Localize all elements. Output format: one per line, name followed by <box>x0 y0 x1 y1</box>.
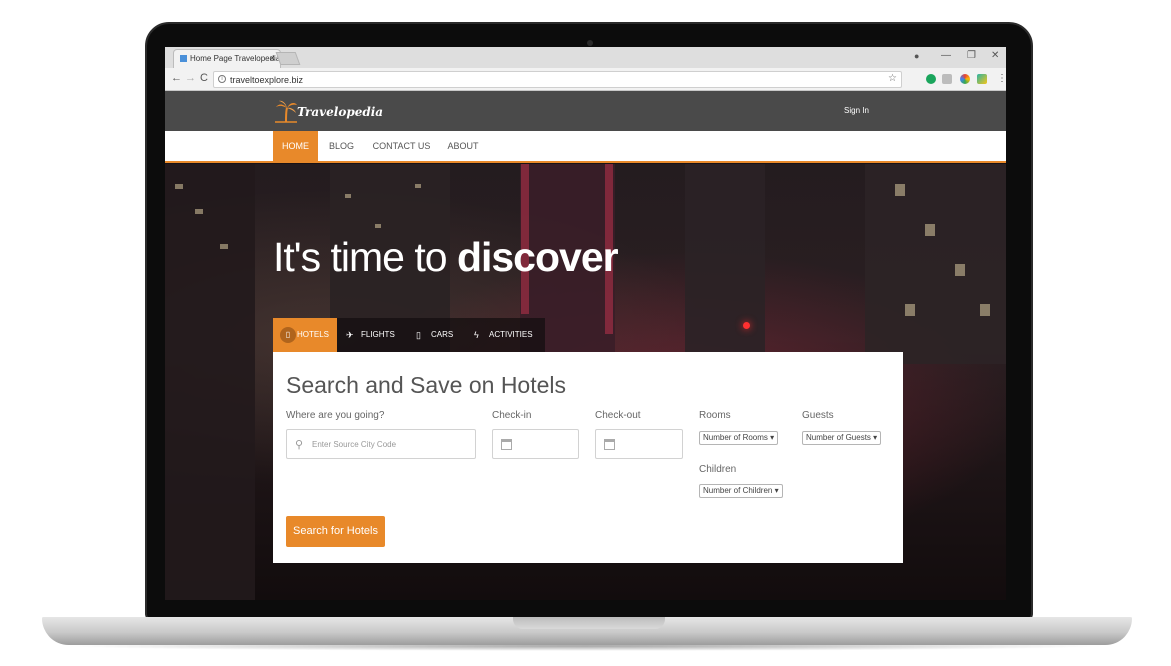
background-building <box>865 164 1006 364</box>
tab-hotels[interactable]: ▯ HOTELS <box>273 318 337 352</box>
restore-button[interactable]: ❐ <box>967 50 976 61</box>
checkin-input[interactable] <box>492 429 579 459</box>
close-tab-icon[interactable]: × <box>270 53 275 63</box>
url-text: traveltoexplore.biz <box>230 75 304 85</box>
browser-tabstrip: Home Page Travelopedia × ● — ❐ ✕ <box>165 47 1006 68</box>
tab-hotels-label: HOTELS <box>297 330 330 339</box>
plane-icon: ✈ <box>346 330 354 340</box>
calendar-icon <box>501 439 512 450</box>
window-light <box>220 244 228 249</box>
sign-in-link[interactable]: Sign In <box>844 106 869 115</box>
browser-toolbar: ← → C i traveltoexplore.biz ☆ ⋮ <box>165 68 1006 91</box>
hero-title-light: It's time to <box>273 234 457 280</box>
extension-k-icon[interactable] <box>977 74 987 84</box>
guests-label: Guests <box>802 410 834 421</box>
hero-title: It's time to discover <box>273 234 619 281</box>
window-light <box>375 224 381 228</box>
map-pin-icon: ⚲ <box>295 439 304 451</box>
bookmark-star-icon[interactable]: ☆ <box>888 73 897 84</box>
main-nav: HOME BLOG CONTACT US ABOUT <box>165 131 1006 163</box>
laptop-notch <box>513 617 665 629</box>
destination-label: Where are you going? <box>286 410 385 421</box>
tab-cars[interactable]: ▯ CARS <box>407 318 465 352</box>
hotel-icon: ▯ <box>280 327 296 343</box>
tab-activities-label: ACTIVITIES <box>489 330 533 339</box>
background-building <box>165 164 255 600</box>
hero-title-bold: discover <box>456 234 619 280</box>
profile-icon[interactable]: ● <box>914 51 919 61</box>
children-select[interactable]: Number of Children ▾ <box>699 484 783 498</box>
window-close-button[interactable]: ✕ <box>991 50 999 61</box>
tab-flights-label: FLIGHTS <box>361 330 395 339</box>
hero-section: It's time to discover ▯ HOTELS ✈ FLIGHTS ▯… <box>165 164 1006 600</box>
logo-text: Travelopedia <box>297 105 384 119</box>
window-light <box>955 264 965 276</box>
nav-home[interactable]: HOME <box>273 131 318 161</box>
checkin-label: Check-in <box>492 410 532 421</box>
address-bar[interactable]: i traveltoexplore.biz ☆ <box>213 71 902 88</box>
search-heading: Search and Save on Hotels <box>286 372 567 398</box>
window-light <box>925 224 935 236</box>
window-light <box>980 304 990 316</box>
laptop-frame: Home Page Travelopedia × ● — ❐ ✕ ← → C i… <box>0 0 1171 666</box>
traffic-light <box>743 322 750 329</box>
window-light <box>895 184 905 196</box>
screen: Home Page Travelopedia × ● — ❐ ✕ ← → C i… <box>165 47 1006 600</box>
minimize-button[interactable]: — <box>941 50 951 61</box>
reload-button[interactable]: C <box>200 72 208 84</box>
favicon-icon <box>180 55 187 62</box>
webcam <box>587 40 593 46</box>
children-label: Children <box>699 464 737 475</box>
browser-tab-title: Home Page Travelopedia <box>190 54 281 63</box>
tab-activities[interactable]: ϟ ACTIVITIES <box>465 318 545 352</box>
tab-cars-label: CARS <box>431 330 454 339</box>
destination-input[interactable]: ⚲ Enter Source City Code <box>286 429 476 459</box>
browser-menu-icon[interactable]: ⋮ <box>997 73 1006 84</box>
tab-flights[interactable]: ✈ FLIGHTS <box>337 318 407 352</box>
site-header: Travelopedia Sign In <box>165 91 1006 131</box>
back-button[interactable]: ← <box>171 72 182 84</box>
rooms-select[interactable]: Number of Rooms ▾ <box>699 431 779 445</box>
nav-about[interactable]: ABOUT <box>443 131 483 161</box>
search-hotels-button[interactable]: Search for Hotels <box>286 516 385 547</box>
hotel-search-panel: Search and Save on Hotels Where are you … <box>273 352 903 563</box>
site-info-icon[interactable]: i <box>218 75 226 83</box>
extension-gray-icon[interactable] <box>942 74 952 84</box>
window-light <box>415 184 421 188</box>
new-tab-button[interactable] <box>275 52 301 65</box>
window-light <box>345 194 351 198</box>
extension-color-icon[interactable] <box>960 74 970 84</box>
destination-placeholder: Enter Source City Code <box>312 440 397 449</box>
checkout-label: Check-out <box>595 410 641 421</box>
window-light <box>905 304 915 316</box>
window-light <box>175 184 183 189</box>
guests-select[interactable]: Number of Guests ▾ <box>802 431 882 445</box>
car-icon: ▯ <box>416 330 421 340</box>
palm-tree-icon <box>275 100 297 123</box>
bolt-icon: ϟ <box>474 330 479 340</box>
browser-tab[interactable]: Home Page Travelopedia × <box>173 49 281 68</box>
window-light <box>195 209 203 214</box>
nav-contact-us[interactable]: CONTACT US <box>370 131 433 161</box>
forward-button[interactable]: → <box>185 72 196 84</box>
extension-green-icon[interactable] <box>926 74 936 84</box>
rooms-label: Rooms <box>699 410 731 421</box>
nav-blog[interactable]: BLOG <box>324 131 359 161</box>
checkout-input[interactable] <box>595 429 683 459</box>
calendar-icon <box>604 439 615 450</box>
